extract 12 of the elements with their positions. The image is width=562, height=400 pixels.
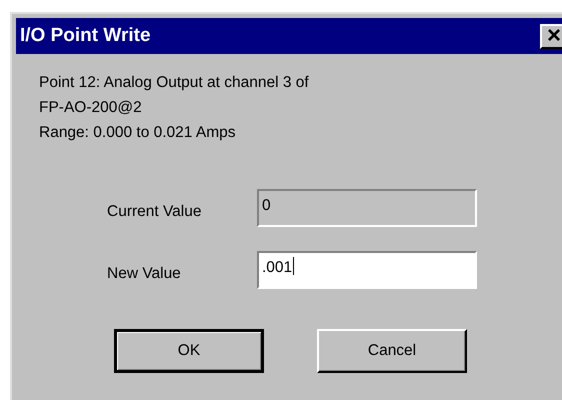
ok-button[interactable]: OK [114, 329, 264, 373]
text-cursor [293, 257, 294, 275]
description-text: FP-AO-200@2 [39, 98, 143, 118]
input-field[interactable]: .001 [257, 251, 477, 289]
window-title: I/O Point Write [20, 24, 151, 48]
close-button[interactable]: × [540, 24, 562, 48]
input-field[interactable]: 0 [257, 189, 477, 227]
field-label: New Value [106, 264, 182, 284]
cancel-button[interactable]: Cancel [317, 329, 467, 373]
description-text: Point 12: Analog Output at channel 3 of [39, 73, 310, 93]
field-label: Current Value [106, 202, 202, 222]
description-text: Range: 0.000 to 0.021 Amps [39, 123, 236, 143]
